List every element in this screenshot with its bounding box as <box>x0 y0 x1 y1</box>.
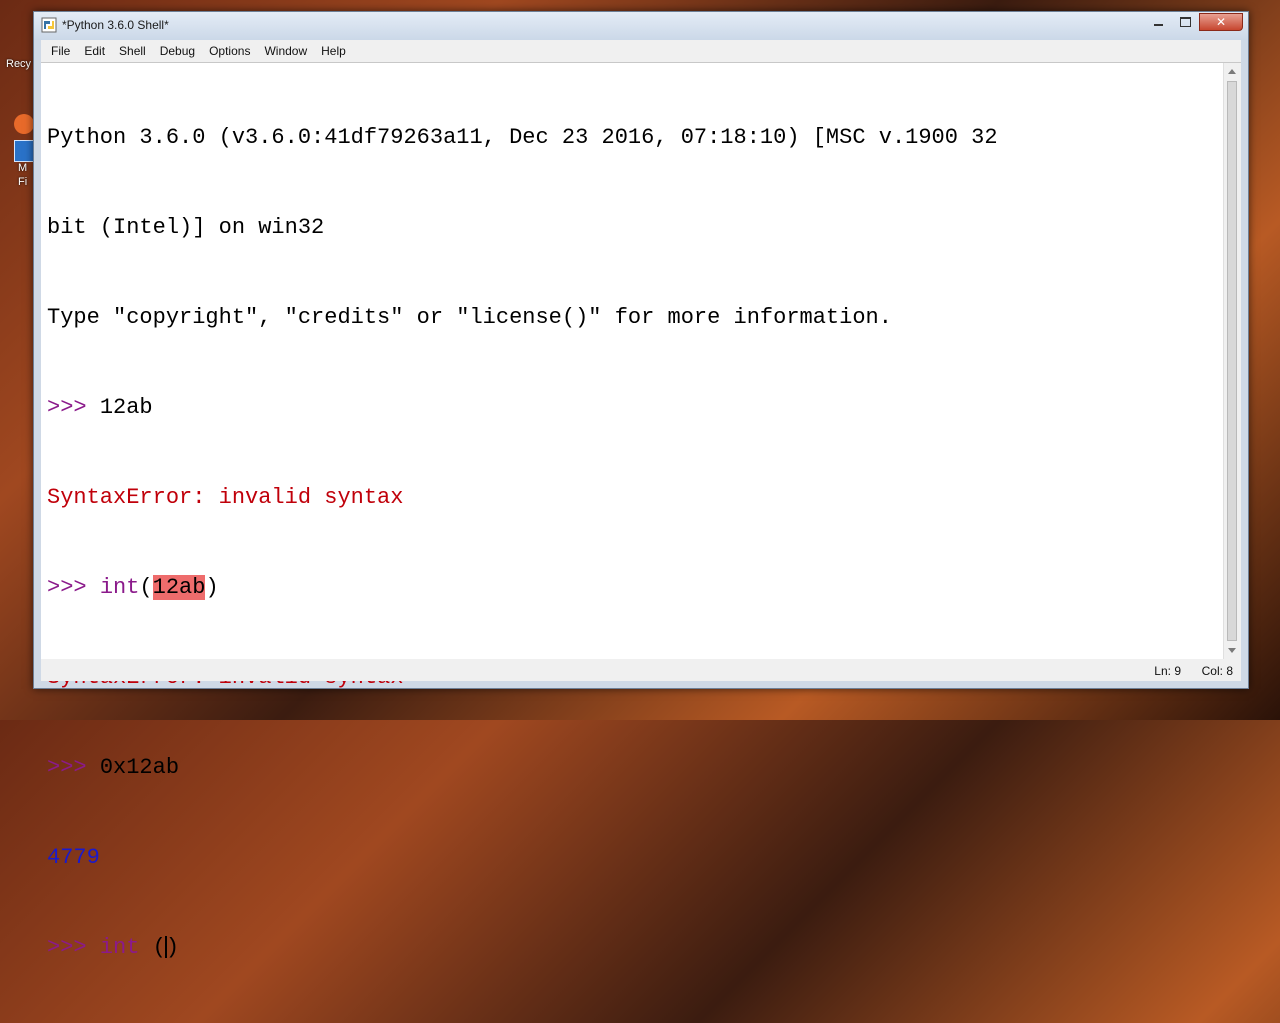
banner-line-3: Type "copyright", "credits" or "license(… <box>47 305 892 330</box>
close-button[interactable]: ✕ <box>1199 13 1243 31</box>
desktop-app-icon[interactable] <box>14 114 34 134</box>
menu-file[interactable]: File <box>44 44 77 58</box>
menu-bar: File Edit Shell Debug Options Window Hel… <box>41 40 1241 61</box>
scroll-down-icon[interactable] <box>1228 648 1236 653</box>
input-line-1: >>> 12ab <box>47 393 1223 423</box>
command-text: 12ab <box>99 395 153 420</box>
close-icon: ✕ <box>1215 15 1227 29</box>
input-line-2: >>> int(12ab) <box>47 573 1223 603</box>
output-line: 4779 <box>47 845 100 870</box>
minimize-button[interactable] <box>1145 13 1172 31</box>
builtin-func: int <box>99 575 140 600</box>
paren-close: ) <box>205 575 219 600</box>
paren-open: ( <box>139 935 166 960</box>
command-text: 0x12ab <box>99 755 180 780</box>
status-bar: Ln: 9 Col: 8 <box>41 659 1241 681</box>
prompt: >>> <box>47 935 100 960</box>
window-controls: ✕ <box>1145 13 1243 31</box>
vertical-scrollbar[interactable] <box>1223 63 1241 659</box>
prompt: >>> <box>47 755 100 780</box>
menu-shell[interactable]: Shell <box>112 44 153 58</box>
banner-line-2: bit (Intel)] on win32 <box>47 215 325 240</box>
minimize-icon <box>1154 24 1163 26</box>
menu-window[interactable]: Window <box>257 44 314 58</box>
shell-text-area[interactable]: Python 3.6.0 (v3.6.0:41df79263a11, Dec 2… <box>41 62 1241 960</box>
menu-edit[interactable]: Edit <box>77 44 112 58</box>
menu-options[interactable]: Options <box>202 44 257 58</box>
maximize-button[interactable] <box>1172 13 1199 31</box>
menu-debug[interactable]: Debug <box>153 44 202 58</box>
prompt: >>> <box>47 395 100 420</box>
window-title: *Python 3.6.0 Shell* <box>62 18 169 32</box>
paren-close: ) <box>165 935 180 960</box>
desktop-icon-label: M <box>18 162 28 174</box>
menu-help[interactable]: Help <box>314 44 353 58</box>
shell-output[interactable]: Python 3.6.0 (v3.6.0:41df79263a11, Dec 2… <box>47 63 1223 1023</box>
scroll-thumb[interactable] <box>1227 81 1237 641</box>
prompt: >>> <box>47 575 100 600</box>
python-shell-window: *Python 3.6.0 Shell* ✕ File Edit Shell D… <box>33 11 1249 960</box>
builtin-func: int <box>99 935 140 960</box>
status-column: Col: 8 <box>1201 664 1233 678</box>
banner-line-1: Python 3.6.0 (v3.6.0:41df79263a11, Dec 2… <box>47 125 998 150</box>
python-icon <box>41 17 57 33</box>
maximize-icon <box>1180 17 1191 27</box>
input-line-3: >>> 0x12ab <box>47 753 1223 783</box>
status-line: Ln: 9 <box>1154 664 1181 678</box>
error-line-1: SyntaxError: invalid syntax <box>47 485 404 510</box>
error-highlight: 12ab <box>152 575 206 600</box>
window-client: File Edit Shell Debug Options Window Hel… <box>41 40 1241 960</box>
title-bar[interactable]: *Python 3.6.0 Shell* ✕ <box>34 12 1248 40</box>
paren-open: ( <box>139 575 153 600</box>
scroll-up-icon[interactable] <box>1228 69 1236 74</box>
desktop-recycle-label: Recy <box>6 58 32 70</box>
current-input-line[interactable]: >>> int () <box>47 933 1223 963</box>
desktop-icon-label-2: Fi <box>18 176 28 188</box>
